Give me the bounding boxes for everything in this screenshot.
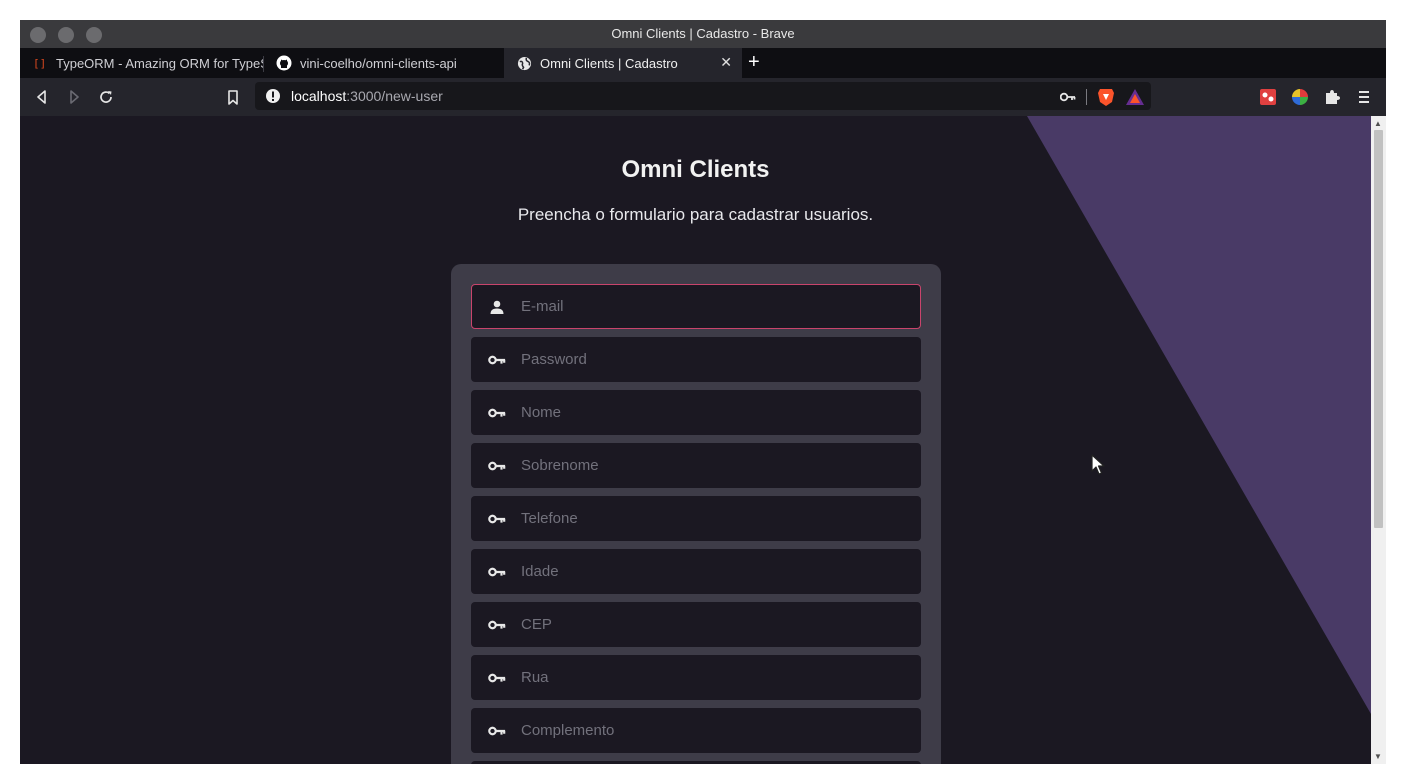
browser-toolbar: localhost:3000/new-user [20, 78, 1386, 116]
brave-shields-icon[interactable] [1097, 87, 1115, 107]
color-picker-icon [1292, 89, 1308, 105]
reload-button[interactable] [96, 87, 116, 107]
tab-typeorm[interactable]: [] TypeORM - Amazing ORM for TypeScript … [20, 48, 264, 78]
key-icon [488, 669, 506, 687]
divider [1086, 89, 1087, 105]
reload-icon [100, 91, 112, 103]
last-name-input[interactable] [521, 457, 911, 474]
brave-rewards-icon[interactable] [1125, 88, 1145, 106]
extension-button[interactable] [1290, 87, 1310, 107]
new-tab-button[interactable]: + [748, 51, 760, 74]
key-icon[interactable] [1060, 92, 1076, 102]
scrollbar-thumb[interactable] [1374, 130, 1383, 528]
page-title: Omni Clients [621, 156, 770, 183]
user-icon [488, 298, 506, 316]
url-path: :3000/new-user [346, 88, 443, 104]
title-bar: Omni Clients | Cadastro - Brave [20, 20, 1386, 48]
url-host: localhost [291, 88, 347, 104]
close-tab-icon[interactable]: ✕ [720, 54, 732, 71]
svg-text:[]: [] [33, 57, 46, 70]
key-icon [488, 510, 506, 528]
forward-icon [70, 90, 79, 104]
tab-label: Omni Clients | Cadastro [540, 55, 678, 71]
scroll-up-arrow-icon[interactable]: ▲ [1374, 119, 1382, 128]
complement-field[interactable] [471, 708, 921, 753]
phone-field[interactable] [471, 496, 921, 541]
address-bar-actions [1060, 87, 1145, 107]
key-icon [488, 457, 506, 475]
main-menu-button[interactable] [1354, 87, 1374, 107]
next-field[interactable] [471, 761, 921, 764]
email-input[interactable] [521, 298, 911, 315]
first-name-input[interactable] [521, 404, 911, 421]
mouse-pointer-icon [1091, 454, 1105, 475]
bookmark-icon [228, 89, 238, 105]
cep-field[interactable] [471, 602, 921, 647]
page-viewport: Omni Clients Preencha o formulario para … [20, 116, 1371, 764]
age-field[interactable] [471, 549, 921, 594]
scroll-down-arrow-icon[interactable]: ▼ [1374, 752, 1382, 761]
key-icon [488, 722, 506, 740]
puzzle-icon [1326, 90, 1340, 104]
github-icon [276, 55, 292, 71]
cep-input[interactable] [521, 616, 911, 633]
tab-label: vini-coelho/omni-clients-api [300, 55, 457, 71]
extension-button[interactable] [1258, 87, 1278, 107]
last-name-field[interactable] [471, 443, 921, 488]
site-info-icon[interactable] [265, 88, 281, 104]
browser-window: Omni Clients | Cadastro - Brave [] TypeO… [20, 20, 1386, 764]
signup-form [451, 264, 941, 764]
tab-omni-clients[interactable]: Omni Clients | Cadastro ✕ [504, 48, 742, 78]
email-field[interactable] [471, 284, 921, 329]
street-input[interactable] [521, 669, 911, 686]
hamburger-menu-icon [1359, 91, 1369, 103]
extensions-menu-button[interactable] [1322, 87, 1342, 107]
extension-game-icon [1260, 89, 1276, 105]
tab-strip: [] TypeORM - Amazing ORM for TypeScript … [20, 48, 1386, 78]
complement-input[interactable] [521, 722, 911, 739]
key-icon [488, 404, 506, 422]
back-icon [37, 90, 46, 104]
phone-input[interactable] [521, 510, 911, 527]
password-input[interactable] [521, 351, 911, 368]
back-button[interactable] [32, 87, 52, 107]
typeorm-icon: [] [32, 55, 48, 71]
first-name-field[interactable] [471, 390, 921, 435]
window-title: Omni Clients | Cadastro - Brave [611, 26, 795, 41]
password-field[interactable] [471, 337, 921, 382]
key-icon [488, 563, 506, 581]
key-icon [488, 616, 506, 634]
page-scrollbar[interactable]: ▲ ▼ [1371, 116, 1386, 764]
key-icon [488, 351, 506, 369]
bookmark-button[interactable] [223, 87, 243, 107]
forward-button[interactable] [64, 87, 84, 107]
tab-label: TypeORM - Amazing ORM for TypeScript and… [56, 55, 264, 71]
age-input[interactable] [521, 563, 911, 580]
page-subtitle: Preencha o formulario para cadastrar usu… [517, 205, 874, 224]
globe-icon [516, 55, 532, 71]
address-bar[interactable]: localhost:3000/new-user [255, 82, 1151, 110]
street-field[interactable] [471, 655, 921, 700]
tab-github[interactable]: vini-coelho/omni-clients-api [264, 48, 504, 78]
